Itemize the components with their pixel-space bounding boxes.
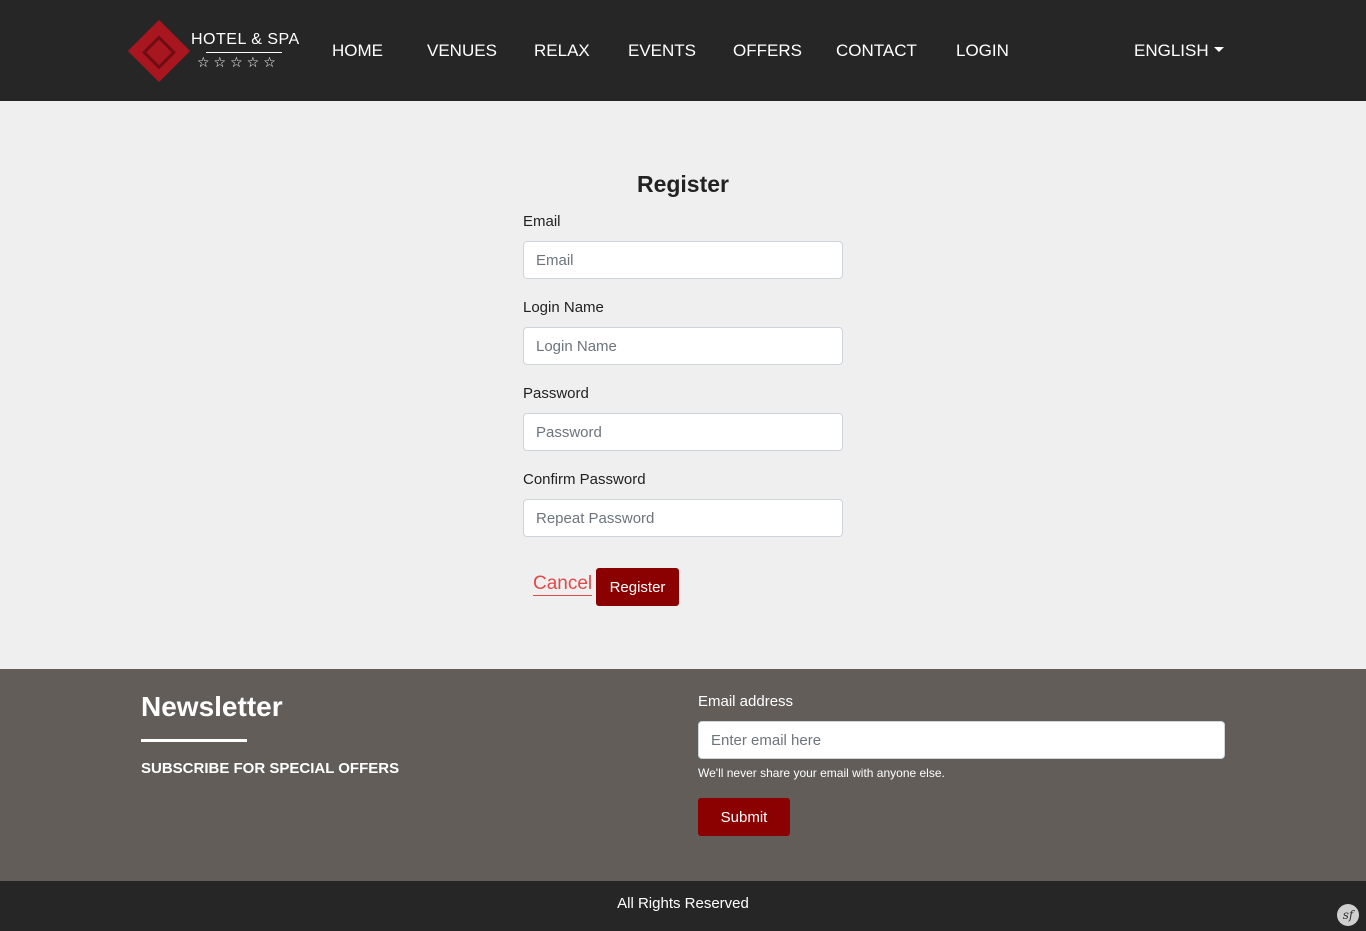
newsletter-help-text: We'll never share your email with anyone… [698,766,945,780]
language-dropdown[interactable]: ENGLISH [1134,41,1224,61]
confirm-password-field[interactable] [523,499,843,537]
newsletter-email-label: Email address [698,693,794,710]
page-title: Register [636,171,730,197]
newsletter-divider [141,739,247,742]
brand-name: HOTEL & SPA [191,31,300,48]
nav-contact[interactable]: CONTACT [836,41,917,61]
symfony-icon[interactable]: sf [1337,904,1359,926]
nav-home[interactable]: HOME [332,41,383,61]
newsletter-subtitle: SUBSCRIBE FOR SPECIAL OFFERS [141,760,400,777]
brand-logo[interactable]: HOTEL & SPA ☆☆☆☆☆ [127,19,300,83]
brand-divider [206,52,282,53]
caret-down-icon [1213,47,1224,52]
star-rating-icon: ☆☆☆☆☆ [197,54,280,70]
diamond-logo-icon [127,19,191,83]
top-navbar: HOTEL & SPA ☆☆☆☆☆ HOME VENUES RELAX EVEN… [0,0,1366,101]
confirm-password-label: Confirm Password [523,471,646,488]
newsletter-title: Newsletter [141,691,283,722]
nav-login[interactable]: LOGIN [956,41,1009,61]
email-field[interactable] [523,241,843,279]
nav-offers[interactable]: OFFERS [733,41,802,61]
email-label: Email [523,213,561,230]
language-label: ENGLISH [1134,41,1209,60]
newsletter-submit-button[interactable]: Submit [698,798,790,836]
nav-events[interactable]: EVENTS [628,41,696,61]
nav-venues[interactable]: VENUES [427,41,497,61]
copyright-text: All Rights Reserved [617,895,749,912]
password-label: Password [523,385,589,402]
register-button[interactable]: Register [596,568,679,606]
newsletter-section: Newsletter SUBSCRIBE FOR SPECIAL OFFERS … [0,669,1366,881]
footer: All Rights Reserved [0,881,1366,931]
password-field[interactable] [523,413,843,451]
cancel-link[interactable]: Cancel [533,573,593,596]
login-name-label: Login Name [523,299,604,316]
newsletter-email-field[interactable] [698,721,1225,759]
nav-relax[interactable]: RELAX [534,41,590,61]
login-name-field[interactable] [523,327,843,365]
